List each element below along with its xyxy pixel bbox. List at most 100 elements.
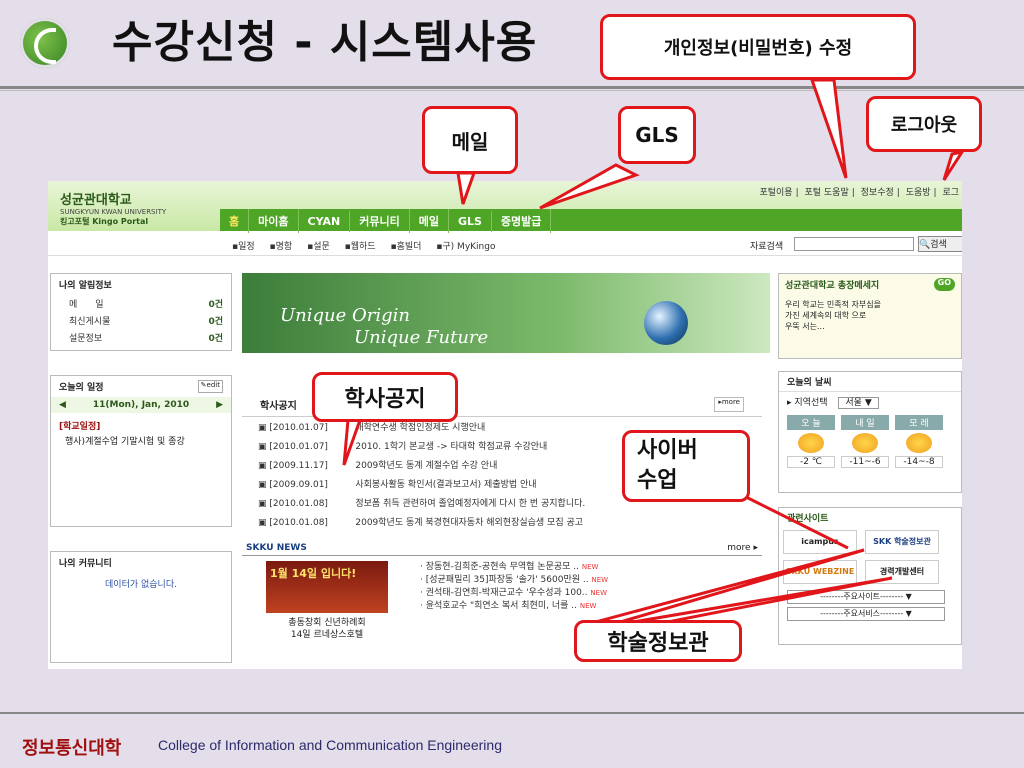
- notice-more-button[interactable]: ▸more: [714, 397, 744, 412]
- community-empty: 데이터가 없습니다.: [105, 580, 177, 590]
- weather-day-label: 오 늘: [787, 415, 835, 430]
- site-icampus[interactable]: icampus: [783, 530, 857, 554]
- alert-count: 0건: [208, 334, 223, 344]
- util-info-edit[interactable]: 정보수정: [861, 188, 894, 198]
- next-day-arrow-icon[interactable]: ▶: [216, 400, 223, 410]
- weather-temp: -2 ℃: [787, 456, 835, 468]
- president-text: 우리 학교는 민족적 자부심을 가진 세계속의 대학 으로 우뚝 서는...: [785, 300, 881, 331]
- president-title: 성균관대학교 총장메세지: [785, 281, 880, 291]
- news-more-button[interactable]: more ▸: [727, 543, 758, 553]
- portal-logo-en: SUNGKYUN KWAN UNIVERSITY: [60, 208, 167, 216]
- major-services-select[interactable]: --------주요서비스-------- ▼: [787, 607, 945, 621]
- util-logout[interactable]: 로그: [942, 188, 959, 198]
- community-box: 나의 커뮤니티 데이터가 없습니다.: [50, 551, 232, 663]
- news-item[interactable]: · 권석태-김연희-박재근교수 '우수성과 100.. NEW: [420, 587, 608, 600]
- search-label: 자료검색: [750, 242, 784, 252]
- search-input[interactable]: [794, 237, 914, 251]
- news-item[interactable]: · 장동현-김희준-공현속 무역협 논문공모 .. NEW: [420, 561, 608, 574]
- callout-password: 개인정보(비밀번호) 수정: [600, 14, 916, 80]
- site-library[interactable]: SKK 학술정보관: [865, 530, 939, 554]
- util-portal-help[interactable]: 포털 도움말: [804, 188, 848, 198]
- nav-mail[interactable]: 메일: [410, 209, 449, 233]
- alert-label: 메 일: [69, 300, 104, 310]
- quick-mykingo-label: 구) MyKingo: [442, 242, 496, 252]
- community-title: 나의 커뮤니티: [59, 559, 112, 569]
- quick-homebuilder[interactable]: ▪홈빌더: [390, 242, 427, 252]
- site-career-center[interactable]: 경력개발센터: [865, 560, 939, 584]
- arrow-logout: [942, 149, 966, 181]
- weather-day-label: 모 레: [895, 415, 943, 430]
- prev-day-arrow-icon[interactable]: ◀: [59, 400, 66, 410]
- weather-temp: -11~-6: [841, 456, 889, 468]
- schedule-edit-button[interactable]: ✎edit: [197, 380, 223, 393]
- weather-temp: -14~-8: [895, 456, 943, 468]
- search-button[interactable]: 🔍검색: [918, 236, 962, 252]
- news-caption[interactable]: 총동창회 신년하례회 14일 르네상스호텔: [266, 617, 388, 641]
- quick-schedule[interactable]: ▪일정: [232, 242, 261, 252]
- notice-item[interactable]: ▣ [2010.01.08] 2009학년도 동계 북경현대자동차 해외현장실습생…: [242, 512, 762, 531]
- nav-community[interactable]: 커뮤니티: [350, 209, 410, 233]
- region-label: 지역선택: [794, 398, 828, 408]
- callout-mail: 메일: [422, 106, 518, 174]
- president-message[interactable]: 성균관대학교 총장메세지 GO 우리 학교는 민족적 자부심을 가진 세계속의 …: [778, 273, 962, 359]
- schedule-date-bar: ◀ 11(Mon), Jan, 2010 ▶: [51, 397, 231, 413]
- quick-webhard[interactable]: ▪웹하드: [345, 242, 382, 252]
- notice-date: [2010.01.07]: [269, 442, 328, 452]
- globe-icon: [644, 301, 688, 345]
- alert-count: 0건: [208, 300, 223, 310]
- portal-logo-portal: 킹고포털 Kingo Portal: [60, 217, 149, 226]
- sun-cloud-icon: [906, 433, 932, 453]
- news-item[interactable]: · [성균패밀리 35]파장동 '솔가' 5600만원 .. NEW: [420, 574, 608, 587]
- callout-library: 학술정보관: [574, 620, 742, 662]
- schedule-box: 오늘의 일정 ✎edit ◀ 11(Mon), Jan, 2010 ▶ [학교일정…: [50, 375, 232, 527]
- major-services-value: --------주요서비스--------: [820, 609, 904, 618]
- alert-row-survey[interactable]: 설문정보 0건: [51, 329, 231, 346]
- major-sites-select[interactable]: --------주요사이트-------- ▼: [787, 590, 945, 604]
- news-item-text: 권석태-김연희-박재근교수 '우수성과 100..: [425, 588, 588, 598]
- nav-home[interactable]: 홈: [220, 209, 250, 233]
- quick-menu-bar: ▪일정 ▪명함 ▪설문 ▪웹하드 ▪홈빌더 ▪구) MyKingo 자료검색 🔍…: [48, 235, 962, 256]
- new-badge: NEW: [581, 563, 599, 571]
- main-nav: 홈 마이홈 CYAN 커뮤니티 메일 GLS 증명발급: [220, 209, 962, 233]
- skku-news: SKKU NEWS more ▸ 1월 14일 입니다! 총동창회 신년하례회 1…: [242, 541, 762, 640]
- weather-title: 오늘의 날씨: [787, 378, 832, 388]
- quick-survey[interactable]: ▪설문: [307, 242, 336, 252]
- callout-logout: 로그아웃: [866, 96, 982, 152]
- alert-row-posts[interactable]: 최신게시물 0건: [51, 312, 231, 329]
- region-value: 서울: [845, 398, 862, 408]
- util-portal-use[interactable]: 포털이용: [759, 188, 792, 198]
- schedule-entry[interactable]: 행사)계절수업 기말시험 및 종강: [51, 432, 231, 449]
- news-photo[interactable]: 1월 14일 입니다!: [266, 561, 388, 613]
- portal-logo[interactable]: 성균관대학교 SUNGKYUN KWAN UNIVERSITY 킹고포털 Kin…: [60, 189, 166, 227]
- slide-title: 수강신청 - 시스템사용: [112, 17, 538, 68]
- alert-row-mail[interactable]: 메 일 0건: [51, 295, 231, 312]
- nav-myhome[interactable]: 마이홈: [249, 209, 299, 233]
- quick-webhard-label: 웹하드: [350, 242, 376, 252]
- portal-header: 성균관대학교 SUNGKYUN KWAN UNIVERSITY 킹고포털 Kin…: [48, 181, 962, 233]
- weather-tomorrow: 내 일 -11~-6: [841, 415, 889, 468]
- news-item[interactable]: · 윤석호교수 "희연소 복서 최현미, 너를 .. NEW: [420, 600, 608, 613]
- region-select[interactable]: 서울 ▼: [838, 397, 879, 409]
- banner-line2: Unique Future: [354, 327, 489, 348]
- util-help-room[interactable]: 도움방: [906, 188, 931, 198]
- go-button[interactable]: GO: [933, 278, 955, 291]
- notice-date: [2010.01.07]: [269, 423, 328, 433]
- nav-certificate[interactable]: 증명발급: [492, 209, 552, 233]
- weather-box: 오늘의 날씨 ▸ 지역선택 서울 ▼ 오 늘 -2 ℃ 내 일 -11~-6 모 레…: [778, 371, 962, 493]
- quick-card[interactable]: ▪명함: [270, 242, 299, 252]
- university-logo-icon: [20, 18, 70, 68]
- news-photo-title: 1월 14일 입니다!: [270, 567, 357, 580]
- schedule-section: [학교일정]: [59, 422, 101, 432]
- news-more-label: more: [727, 543, 751, 553]
- notice-title: 학사공지: [260, 401, 297, 412]
- callout-notice: 학사공지: [312, 372, 458, 422]
- quick-mykingo[interactable]: ▪구) MyKingo: [436, 242, 501, 252]
- site-webzine[interactable]: SKKU WEBZINE: [783, 560, 857, 584]
- footer-college-ko: 정보통신대학: [22, 738, 122, 759]
- related-title: 관련사이트: [787, 514, 829, 524]
- new-badge: NEW: [590, 589, 607, 597]
- quick-survey-label: 설문: [313, 242, 330, 252]
- weather-day-label: 내 일: [841, 415, 889, 430]
- nav-gls[interactable]: GLS: [449, 211, 492, 232]
- nav-cyan[interactable]: CYAN: [299, 211, 351, 232]
